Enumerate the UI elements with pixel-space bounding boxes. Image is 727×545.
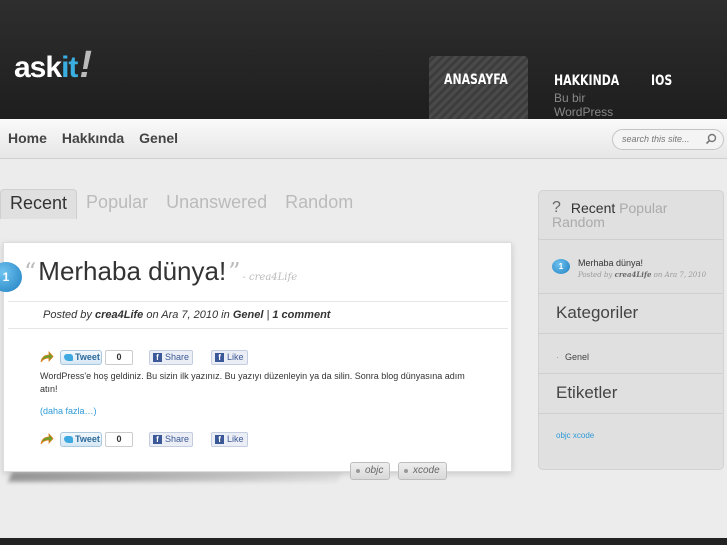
sidebar-meta-author[interactable]: crea4Life: [615, 270, 652, 279]
sidebar-tab-random[interactable]: Random: [552, 214, 605, 230]
tab-unanswered[interactable]: Unanswered: [157, 189, 276, 219]
question-icon: ?: [552, 199, 561, 216]
like-label: Like: [227, 434, 244, 444]
tag-cloud[interactable]: objc xcode: [556, 431, 594, 440]
link-home[interactable]: Home: [8, 130, 47, 146]
share-label: Share: [165, 434, 190, 444]
sidebar-divider: [539, 333, 723, 334]
close-quote-icon: ”: [228, 258, 241, 286]
post-excerpt: WordPress'e hoş geldiniz. Bu sizin ilk y…: [40, 371, 465, 394]
like-label: Like: [227, 352, 244, 362]
twitter-bird-icon: [64, 353, 73, 361]
meta-comments[interactable]: 1 comment: [272, 309, 330, 321]
nav-item-label: HAKKINDA: [554, 73, 620, 89]
category-item[interactable]: · Genel: [556, 352, 589, 362]
footer-strip: [0, 538, 727, 545]
share-label: Share: [165, 352, 190, 362]
post-tabs: Recent Popular Unanswered Random: [0, 189, 362, 219]
post-title-row: “ Merhaba dünya! ” - crea4Life: [24, 256, 297, 287]
post-author-tag: - crea4Life: [242, 272, 298, 283]
sidebar-tabs: ? Recent Popular Random: [552, 199, 712, 230]
share-row-top: Tweet 0 f Share f Like: [40, 349, 248, 365]
post-title[interactable]: Merhaba dünya!: [38, 256, 226, 287]
link-genel[interactable]: Genel: [139, 130, 178, 146]
sidebar-meta-suffix: on Ara 7, 2010: [653, 271, 707, 279]
nav-item-ios[interactable]: IOS: [651, 72, 678, 90]
sidebar-tab-popular[interactable]: Popular: [619, 200, 667, 216]
sidebar-divider: [539, 413, 723, 414]
meta-category[interactable]: Genel: [233, 309, 264, 321]
logo-bang: !: [79, 44, 92, 86]
post-shadow: [8, 472, 342, 482]
tab-popular[interactable]: Popular: [77, 189, 157, 219]
facebook-icon: f: [215, 352, 225, 362]
nav-item-anasayfa[interactable]: ANASAYFA: [429, 56, 528, 119]
facebook-icon: f: [215, 434, 225, 444]
logo-it: it: [61, 51, 78, 84]
facebook-share-button[interactable]: f Share: [149, 431, 194, 447]
sidebar-divider: [539, 373, 723, 374]
search-icon[interactable]: [705, 133, 717, 145]
link-hakkinda[interactable]: Hakkında: [62, 130, 124, 146]
tweet-button[interactable]: Tweet: [60, 431, 102, 447]
sidebar-recent-meta: Posted by crea4Life on Ara 7, 2010: [578, 270, 706, 279]
meta-author[interactable]: crea4Life: [95, 309, 143, 321]
tweet-count: 0: [105, 349, 133, 365]
sidebar: [538, 190, 724, 470]
share-arrow-icon[interactable]: [40, 351, 54, 363]
nav-item-label: ANASAYFA: [444, 72, 508, 88]
open-quote-icon: “: [24, 258, 37, 286]
post-meta: Posted by crea4Life on Ara 7, 2010 in Ge…: [43, 309, 330, 321]
sidebar-divider: [539, 293, 723, 294]
category-label: Genel: [565, 352, 590, 362]
sidebar-divider: [539, 239, 723, 240]
meta-posted-by: Posted by: [43, 309, 92, 321]
tab-random[interactable]: Random: [276, 189, 362, 219]
logo-ask: ask: [14, 51, 62, 84]
divider: [8, 328, 508, 329]
meta-date: on Ara 7, 2010 in: [146, 309, 230, 321]
facebook-icon: f: [153, 352, 162, 362]
bullet-icon: ·: [556, 352, 559, 362]
tweet-count: 0: [105, 431, 133, 447]
facebook-like-button[interactable]: f Like: [211, 431, 248, 447]
nav-item-label: IOS: [651, 73, 673, 89]
search-box: [612, 129, 724, 150]
facebook-like-button[interactable]: f Like: [211, 349, 248, 365]
tab-recent[interactable]: Recent: [0, 189, 78, 219]
search-input[interactable]: [622, 134, 706, 144]
tags-heading: Etiketler: [556, 383, 618, 402]
tweet-button[interactable]: Tweet: [60, 349, 102, 365]
nav-item-hakkinda[interactable]: HAKKINDA: [554, 72, 638, 90]
categories-heading: Kategoriler: [556, 303, 639, 322]
page-links: Home Hakkında Genel: [8, 130, 178, 146]
sub-nav-bar: Home Hakkında Genel: [0, 119, 727, 159]
meta-separator: |: [266, 309, 270, 321]
sidebar-comment-bubble: 1: [552, 259, 570, 274]
tweet-label: Tweet: [75, 352, 100, 362]
sidebar-meta-prefix: Posted by: [578, 271, 613, 279]
tweet-label: Tweet: [75, 434, 100, 444]
read-more-link[interactable]: (daha fazla…): [40, 406, 97, 416]
twitter-bird-icon: [64, 435, 73, 443]
divider: [8, 301, 508, 302]
facebook-share-button[interactable]: f Share: [149, 349, 194, 365]
facebook-icon: f: [153, 434, 162, 444]
site-logo[interactable]: askit!: [14, 44, 92, 87]
share-arrow-icon[interactable]: [40, 433, 54, 445]
tag-xcode[interactable]: xcode: [398, 462, 447, 480]
share-row-bottom: Tweet 0 f Share f Like: [40, 431, 248, 447]
sidebar-recent-title[interactable]: Merhaba dünya!: [578, 258, 643, 268]
tag-objc[interactable]: objc: [350, 462, 391, 480]
